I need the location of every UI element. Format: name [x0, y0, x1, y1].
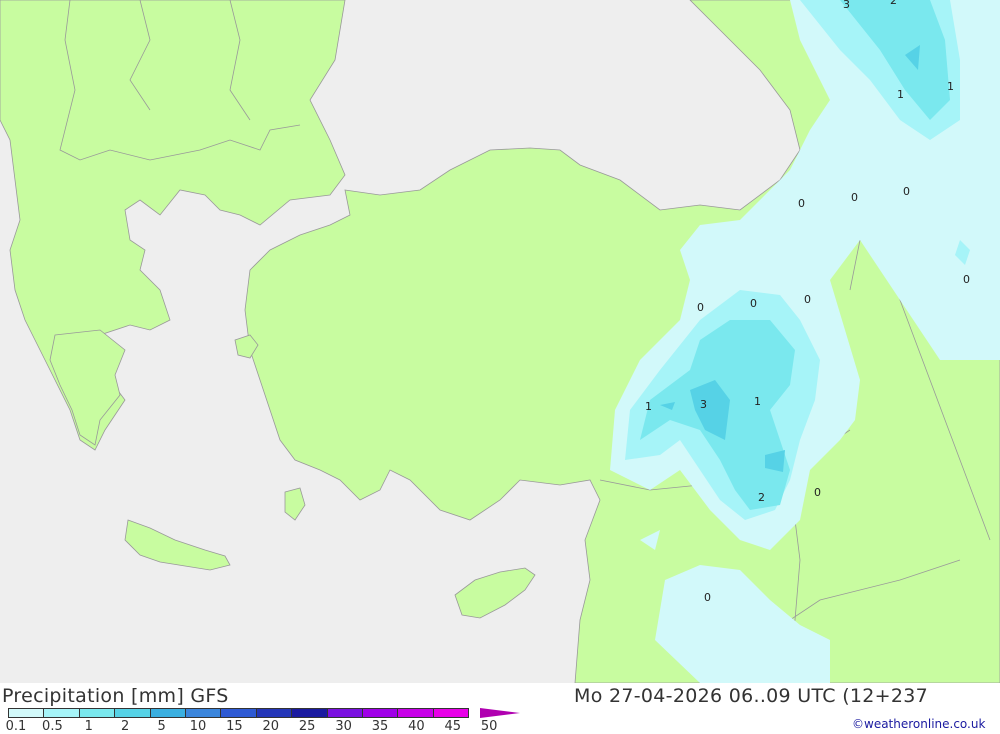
- precip-value-label: 0: [804, 293, 811, 306]
- scale-tick-label: 10: [189, 719, 207, 734]
- scale-swatch: [255, 708, 293, 718]
- scale-tick-label: 0.5: [42, 719, 63, 734]
- scale-tick-label: 2: [121, 719, 130, 734]
- scale-swatch: [184, 708, 222, 718]
- scale-tick-label: 5: [157, 719, 166, 734]
- scale-swatch: [432, 708, 470, 718]
- precip-value-label: 0: [814, 486, 821, 499]
- scale-tick-label: 35: [371, 719, 389, 734]
- precip-value-label: 1: [897, 88, 904, 101]
- credit-link[interactable]: ©weatheronline.co.uk: [852, 717, 985, 731]
- precip-value-label: 3: [700, 398, 707, 411]
- scale-tick-label: 30: [335, 719, 352, 734]
- scale-swatch: [114, 708, 151, 718]
- scale-swatch: [326, 708, 363, 718]
- precip-value-label: 0: [798, 197, 805, 210]
- scale-swatch: [361, 708, 399, 718]
- precip-value-label: 2: [758, 491, 765, 504]
- scale-tick-label: 15: [226, 719, 243, 734]
- precip-value-label: 3: [843, 0, 850, 11]
- precipitation-map: 3 2 1 1 0 0 0 0 0 0 0 1 3 1 2 0 0: [0, 0, 1000, 683]
- scale-swatch: [8, 708, 45, 718]
- scale-swatch: [220, 708, 257, 718]
- scale-tick-label: 25: [298, 719, 316, 734]
- scale-tick-label: 20: [262, 719, 280, 734]
- precip-value-label: 0: [963, 273, 970, 286]
- valid-time: Mo 27-04-2026 06..09 UTC (12+237: [574, 685, 929, 707]
- precip-value-label: 0: [697, 301, 704, 314]
- scale-swatch: [78, 708, 116, 718]
- product-title: Precipitation [mm] GFS: [2, 685, 229, 707]
- precip-value-label: 1: [947, 80, 954, 93]
- precip-value-label: 2: [890, 0, 897, 7]
- scale-tick-label: 0.1: [5, 719, 27, 734]
- scale-tick-label: 50: [480, 719, 498, 734]
- scale-swatch: [291, 708, 328, 718]
- scale-arrow-icon: [480, 708, 520, 718]
- precip-value-label: 1: [645, 400, 652, 413]
- precip-value-label: 0: [851, 191, 858, 204]
- precip-value-label: 0: [903, 185, 910, 198]
- precip-value-label: 0: [750, 297, 757, 310]
- precip-value-label: 1: [754, 395, 761, 408]
- legend-footer: Precipitation [mm] GFS Mo 27-04-2026 06.…: [0, 683, 1000, 734]
- scale-tick-label: 1: [84, 719, 93, 734]
- scale-swatch: [149, 708, 186, 718]
- scale-swatch: [43, 708, 80, 718]
- scale-tick-label: 40: [408, 719, 425, 734]
- scale-swatch: [397, 708, 434, 718]
- precip-value-label: 0: [704, 591, 711, 604]
- scale-tick-label: 45: [444, 719, 462, 734]
